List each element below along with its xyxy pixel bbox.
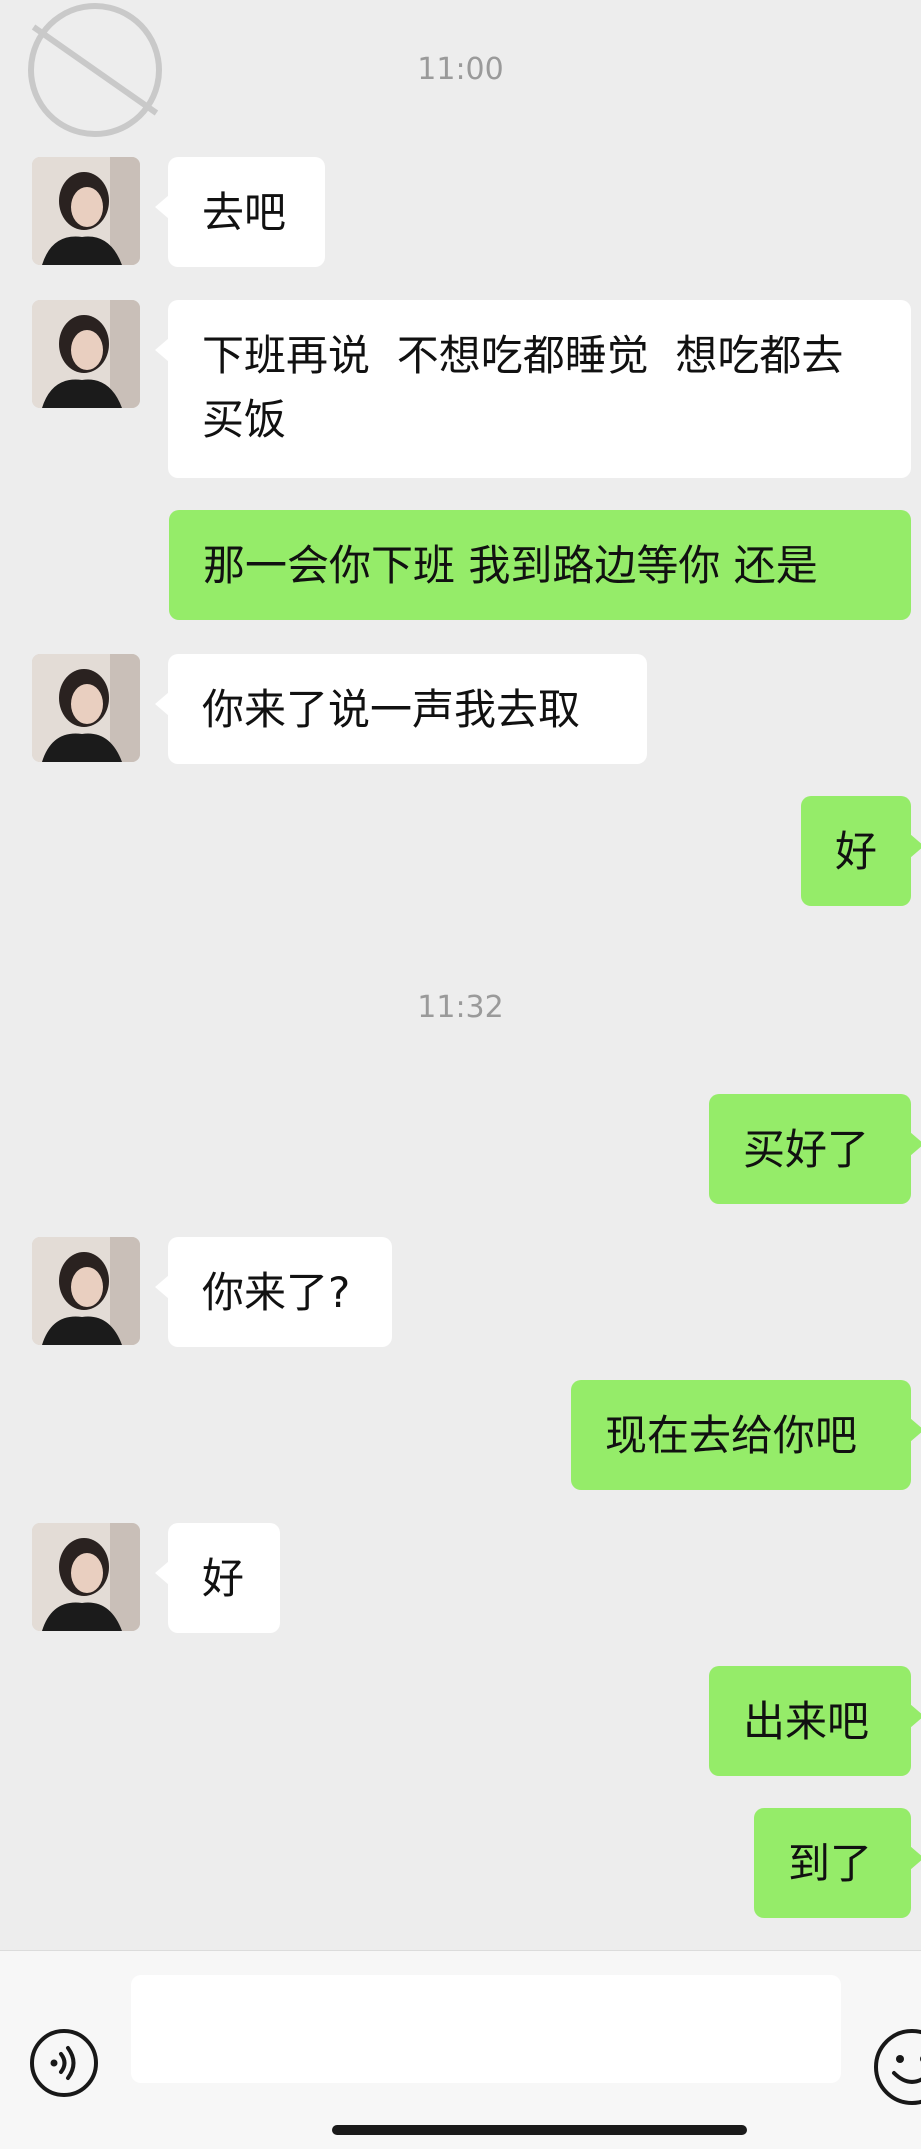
message-bubble-outgoing[interactable]: 出来吧 (709, 1666, 921, 1776)
message-bubble-incoming[interactable]: 你来了? (155, 1237, 392, 1347)
chat-area[interactable]: 11:00 去吧 下班再说 不想吃都睡觉 想吃都去买饭 那一会你下班 我到路边等… (0, 0, 921, 1950)
avatar[interactable] (32, 300, 140, 408)
avatar[interactable] (32, 1523, 140, 1631)
avatar-image (32, 157, 140, 265)
message-bubble-outgoing[interactable]: 现在去给你吧 (571, 1380, 921, 1490)
message-bubble-incoming[interactable]: 下班再说 不想吃都睡觉 想吃都去买饭 (155, 300, 911, 478)
message-bubble-outgoing[interactable]: 那一会你下班 我到路边等你 还是 (169, 510, 911, 620)
avatar[interactable] (32, 654, 140, 762)
message-bubble-outgoing[interactable]: 买好了 (709, 1094, 921, 1204)
home-indicator[interactable] (332, 2125, 747, 2135)
avatar-image (32, 1237, 140, 1345)
message-input[interactable] (131, 1975, 841, 2083)
message-bubble-outgoing[interactable]: 到了 (754, 1808, 921, 1918)
avatar-image (32, 654, 140, 762)
timestamp: 11:00 (417, 52, 504, 87)
input-bar (0, 1950, 921, 2149)
avatar[interactable] (32, 1237, 140, 1345)
emoji-icon[interactable] (872, 2027, 921, 2107)
message-bubble-incoming[interactable]: 你来了说一声我去取 (155, 654, 647, 764)
avatar[interactable] (32, 157, 140, 265)
avatar-image (32, 300, 140, 408)
message-bubble-incoming[interactable]: 去吧 (155, 157, 325, 267)
avatar-image (32, 1523, 140, 1631)
voice-icon[interactable] (28, 2027, 100, 2099)
timestamp: 11:32 (417, 990, 504, 1025)
message-bubble-outgoing[interactable]: 好 (801, 796, 921, 906)
message-bubble-incoming[interactable]: 好 (155, 1523, 280, 1633)
